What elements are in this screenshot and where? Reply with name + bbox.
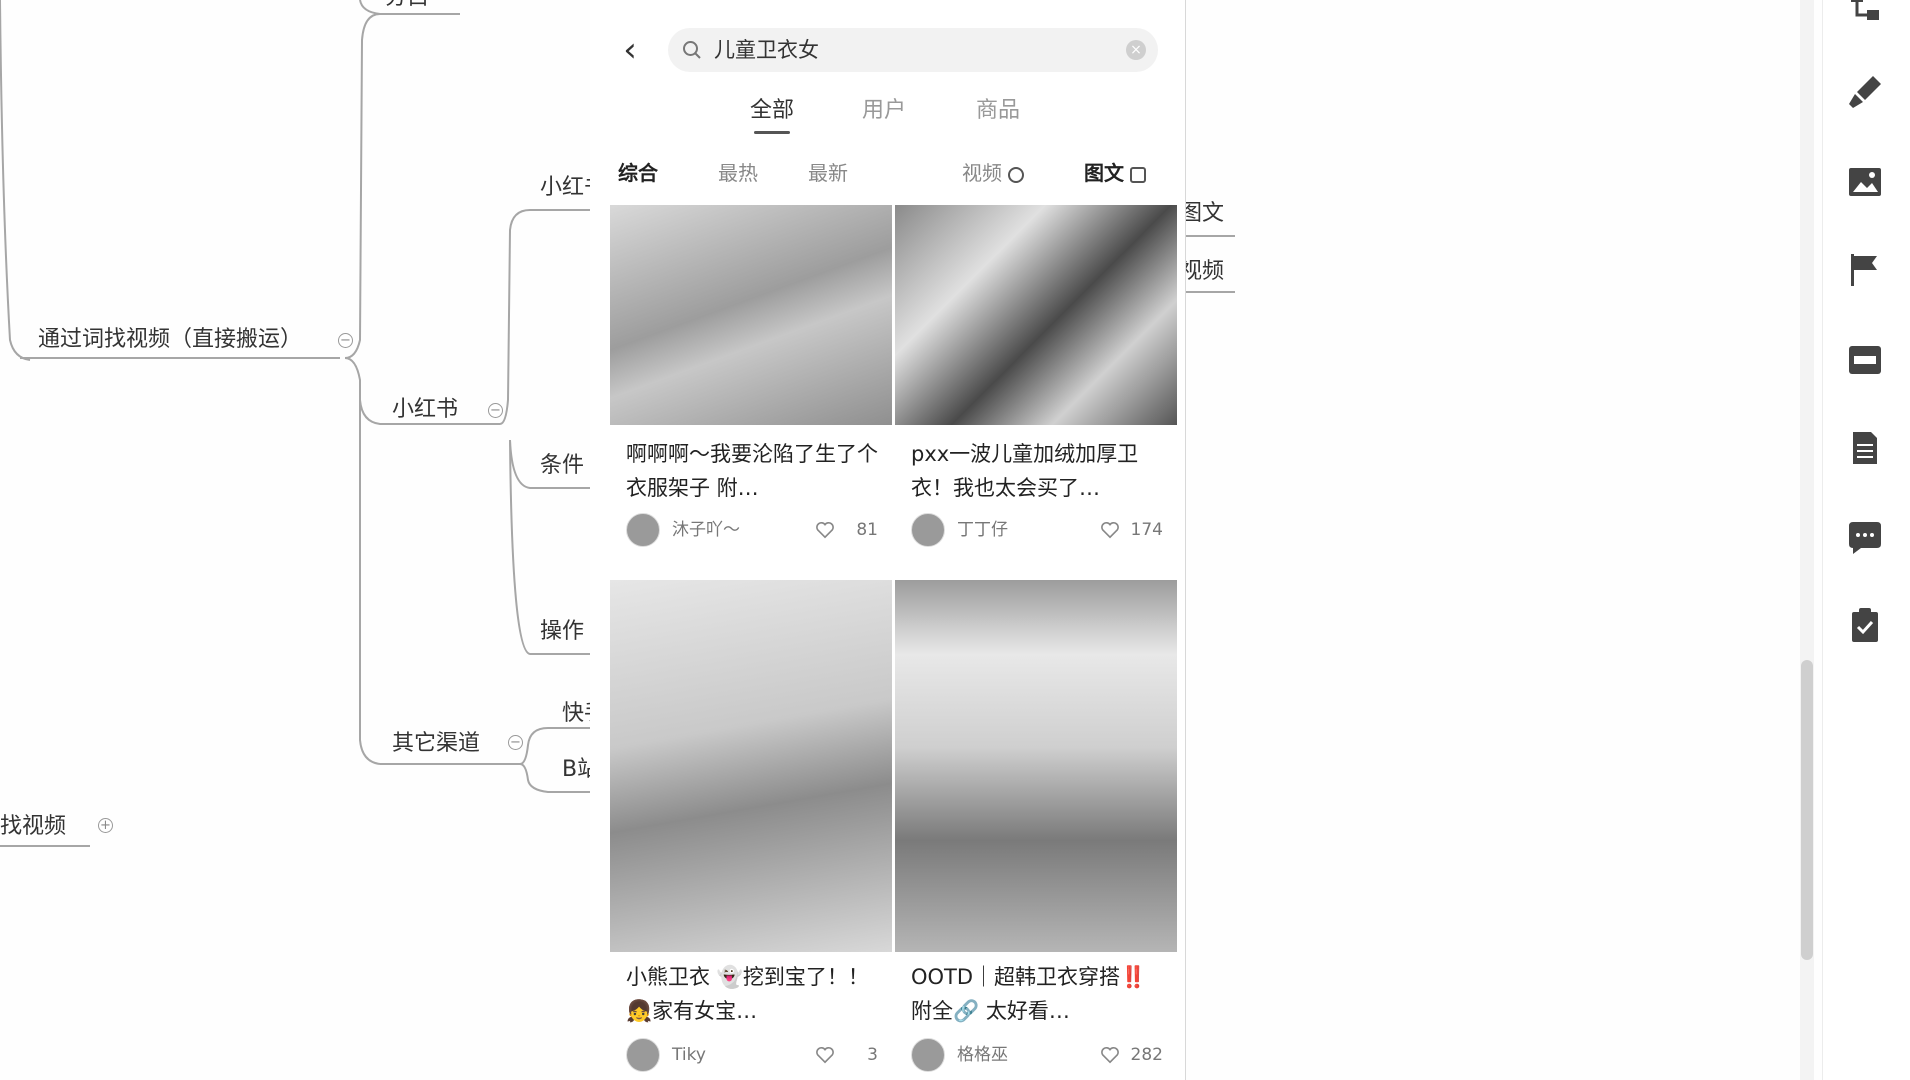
tab-all[interactable]: 全部	[750, 92, 794, 136]
structure-icon[interactable]	[1845, 0, 1885, 26]
mindmap-node-conditions[interactable]: 条件	[540, 452, 584, 480]
mindmap-node-other-channels[interactable]: 其它渠道	[392, 730, 480, 758]
heart-icon[interactable]	[816, 521, 834, 539]
heart-icon[interactable]	[1101, 521, 1119, 539]
note-card[interactable]: 啊啊啊～我要沦陷了生了个衣服架子 附… 沐子吖～ 81	[610, 205, 892, 580]
like-count: 174	[1130, 520, 1163, 540]
result-tabs: 全部 用户 商品	[590, 92, 1185, 142]
brush-icon[interactable]	[1845, 72, 1885, 112]
avatar[interactable]	[626, 1038, 660, 1072]
task-icon[interactable]	[1845, 606, 1885, 646]
search-box[interactable]: ×	[668, 28, 1158, 72]
filter-image-text-label: 图文	[1084, 161, 1124, 185]
like-count: 282	[1130, 1045, 1163, 1065]
filter-newest[interactable]: 最新	[808, 155, 848, 191]
tab-products[interactable]: 商品	[976, 92, 1020, 136]
avatar[interactable]	[911, 1038, 945, 1072]
note-icon[interactable]	[1845, 428, 1885, 468]
mindmap-node-xiaohongshu[interactable]: 小红书	[392, 396, 458, 424]
like-count: 3	[867, 1045, 878, 1065]
avatar[interactable]	[626, 513, 660, 547]
filter-comprehensive[interactable]: 综合	[618, 155, 658, 191]
mindmap-node-find-video[interactable]: 找视频	[0, 813, 66, 841]
mindmap-node-operation[interactable]: 操作	[540, 618, 584, 646]
author-name[interactable]: 格格巫	[957, 1038, 1008, 1072]
mindmap-node-video[interactable]: 视频	[1180, 258, 1224, 286]
author-name[interactable]: 沐子吖～	[672, 513, 740, 547]
note-meta: 丁丁仔 174	[911, 513, 1163, 547]
note-cover-image	[895, 205, 1177, 425]
note-card[interactable]: pxx一波儿童加绒加厚卫衣！我也太会买了… 丁丁仔 174	[895, 205, 1177, 580]
note-cover-image	[610, 580, 892, 952]
image-icon	[1130, 167, 1146, 183]
collapse-toggle[interactable]: −	[508, 735, 523, 750]
image-icon[interactable]	[1845, 162, 1885, 202]
heart-icon[interactable]	[816, 1046, 834, 1064]
expand-toggle[interactable]: +	[98, 818, 113, 833]
note-meta: 格格巫 282	[911, 1038, 1163, 1072]
note-card[interactable]: OOTD｜超韩卫衣穿搭‼️附全🔗 太好看… 格格巫 282	[895, 580, 1177, 1080]
filter-video[interactable]: 视频	[962, 155, 1024, 191]
like-count: 81	[856, 520, 878, 540]
mindmap-node-top[interactable]: 分白	[385, 0, 429, 12]
filter-image-text[interactable]: 图文	[1084, 155, 1146, 191]
phone-search-results: ‹ × 全部 用户 商品 综合 最热 最新 视频 图文 啊啊啊～我要沦陷了生了个…	[590, 0, 1186, 1080]
filter-bar: 综合 最热 最新 视频 图文	[590, 155, 1185, 195]
note-meta: 沐子吖～ 81	[626, 513, 878, 547]
note-title: 啊啊啊～我要沦陷了生了个衣服架子 附…	[626, 442, 878, 500]
mindmap-node-image-text[interactable]: 图文	[1180, 200, 1224, 228]
heart-icon[interactable]	[1101, 1046, 1119, 1064]
note-cover-image	[610, 205, 892, 425]
note-title: pxx一波儿童加绒加厚卫衣！我也太会买了…	[911, 442, 1139, 500]
back-icon[interactable]: ‹	[612, 32, 648, 68]
formula-icon[interactable]	[1845, 340, 1885, 380]
note-title: 小熊卫衣 👻挖到宝了！！👧家有女宝…	[626, 965, 869, 1023]
status-bar-fragment	[790, 0, 970, 6]
collapse-toggle[interactable]: −	[338, 333, 353, 348]
note-title: OOTD｜超韩卫衣穿搭‼️附全🔗 太好看…	[911, 965, 1147, 1023]
search-row: ‹ ×	[590, 22, 1185, 78]
filter-hottest[interactable]: 最热	[718, 155, 758, 191]
filter-video-label: 视频	[962, 161, 1002, 185]
search-icon	[683, 41, 701, 59]
note-card[interactable]: 小熊卫衣 👻挖到宝了！！👧家有女宝… Tiky 3	[610, 580, 892, 1080]
comment-icon[interactable]	[1845, 518, 1885, 558]
play-icon	[1008, 167, 1024, 183]
note-cover-image	[895, 580, 1177, 952]
right-toolbar	[1822, 0, 1910, 1080]
search-input[interactable]	[714, 28, 1094, 72]
results-feed: 啊啊啊～我要沦陷了生了个衣服架子 附… 沐子吖～ 81 pxx一波儿童加绒加厚卫…	[590, 205, 1185, 1080]
scrollbar-thumb[interactable]	[1801, 660, 1813, 960]
mindmap-node-find-by-words[interactable]: 通过词找视频（直接搬运）	[38, 326, 302, 354]
collapse-toggle[interactable]: −	[488, 403, 503, 418]
tab-users[interactable]: 用户	[862, 92, 906, 136]
clear-icon[interactable]: ×	[1126, 40, 1146, 60]
avatar[interactable]	[911, 513, 945, 547]
note-meta: Tiky 3	[626, 1038, 878, 1072]
flag-icon[interactable]	[1845, 250, 1885, 290]
author-name[interactable]: 丁丁仔	[957, 513, 1008, 547]
author-name[interactable]: Tiky	[672, 1038, 706, 1072]
